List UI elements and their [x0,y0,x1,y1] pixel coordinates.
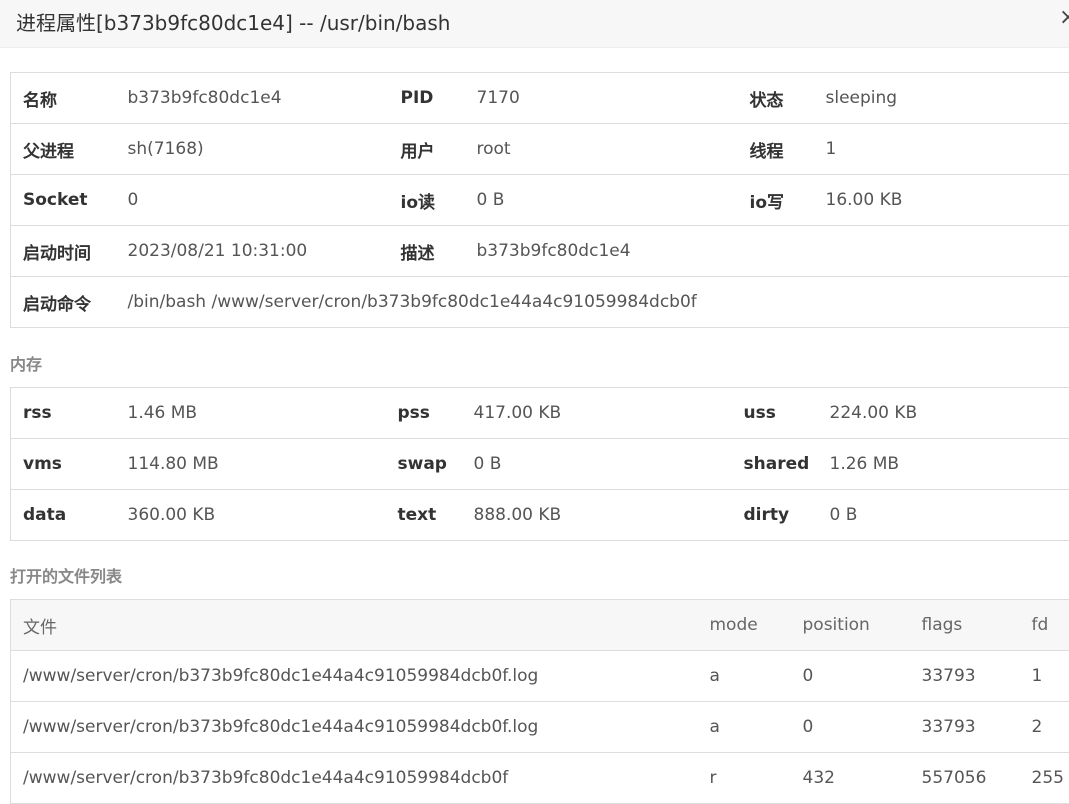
info-value: root [465,124,738,175]
memory-label: rss [11,388,116,439]
table-cell: 33793 [910,702,1020,753]
info-row: 启动命令/bin/bash /www/server/cron/b373b9fc8… [11,277,1069,328]
info-value: 1 [814,124,1069,175]
dialog-titlebar: 进程属性[b373b9fc80dc1e4] -- /usr/bin/bash × [0,0,1069,48]
info-value: sleeping [814,73,1069,124]
memory-value: 114.80 MB [116,439,386,490]
table-cell: /www/server/cron/b373b9fc80dc1e44a4c9105… [11,753,698,804]
column-header[interactable]: flags [910,600,1020,651]
files-header-row: 文件modepositionflagsfd [11,600,1069,651]
info-label: PID [389,73,465,124]
info-value: b373b9fc80dc1e4 [116,73,389,124]
info-label: io写 [738,175,814,226]
open-files-table: 文件modepositionflagsfd/www/server/cron/b3… [10,599,1069,804]
info-value: 0 [116,175,389,226]
table-cell: 2 [1020,702,1069,753]
column-header[interactable]: mode [698,600,791,651]
info-value: b373b9fc80dc1e4 [465,226,1069,277]
memory-value: 888.00 KB [462,490,732,541]
info-label: io读 [389,175,465,226]
memory-label: swap [386,439,462,490]
table-cell: /www/server/cron/b373b9fc80dc1e44a4c9105… [11,651,698,702]
info-value: 0 B [465,175,738,226]
memory-value: 0 B [818,490,1069,541]
memory-value: 1.46 MB [116,388,386,439]
info-label: 状态 [738,73,814,124]
process-info-table: 名称b373b9fc80dc1e4PID7170状态sleeping父进程sh(… [10,72,1069,328]
info-row: Socket0io读0 Bio写16.00 KB [11,175,1069,226]
memory-value: 0 B [462,439,732,490]
memory-label: uss [732,388,818,439]
memory-value: 224.00 KB [818,388,1069,439]
info-row: 名称b373b9fc80dc1e4PID7170状态sleeping [11,73,1069,124]
info-value: 7170 [465,73,738,124]
info-row: 父进程sh(7168)用户root线程1 [11,124,1069,175]
memory-section-title: 内存 [10,351,42,375]
info-value: 2023/08/21 10:31:00 [116,226,389,277]
table-cell: a [698,702,791,753]
memory-label: text [386,490,462,541]
table-cell: 0 [791,651,910,702]
table-cell: 0 [791,702,910,753]
table-row: /www/server/cron/b373b9fc80dc1e44a4c9105… [11,753,1069,804]
info-row: 启动时间2023/08/21 10:31:00描述b373b9fc80dc1e4 [11,226,1069,277]
table-cell: /www/server/cron/b373b9fc80dc1e44a4c9105… [11,702,698,753]
memory-value: 360.00 KB [116,490,386,541]
info-label: 用户 [389,124,465,175]
memory-label: shared [732,439,818,490]
table-cell: 255 [1020,753,1069,804]
table-cell: 33793 [910,651,1020,702]
info-label: Socket [11,175,116,226]
memory-label: data [11,490,116,541]
info-value: /bin/bash /www/server/cron/b373b9fc80dc1… [116,277,1069,328]
memory-label: pss [386,388,462,439]
memory-row: vms114.80 MBswap0 Bshared1.26 MB [11,439,1069,490]
info-label: 线程 [738,124,814,175]
table-cell: 432 [791,753,910,804]
column-header[interactable]: position [791,600,910,651]
info-value: 16.00 KB [814,175,1069,226]
memory-value: 1.26 MB [818,439,1069,490]
table-cell: a [698,651,791,702]
info-label: 描述 [389,226,465,277]
table-cell: 557056 [910,753,1020,804]
close-icon[interactable]: × [1059,6,1069,30]
memory-row: rss1.46 MBpss417.00 KBuss224.00 KB [11,388,1069,439]
info-label: 名称 [11,73,116,124]
column-header[interactable]: fd [1020,600,1069,651]
table-cell: 1 [1020,651,1069,702]
table-row: /www/server/cron/b373b9fc80dc1e44a4c9105… [11,651,1069,702]
table-cell: r [698,753,791,804]
table-row: /www/server/cron/b373b9fc80dc1e44a4c9105… [11,702,1069,753]
memory-row: data360.00 KBtext888.00 KBdirty0 B [11,490,1069,541]
memory-label: dirty [732,490,818,541]
info-value: sh(7168) [116,124,389,175]
memory-label: vms [11,439,116,490]
memory-table: rss1.46 MBpss417.00 KBuss224.00 KBvms114… [10,387,1069,541]
column-header[interactable]: 文件 [11,600,698,651]
info-label: 启动命令 [11,277,116,328]
memory-value: 417.00 KB [462,388,732,439]
files-section-title: 打开的文件列表 [10,563,122,587]
dialog-title: 进程属性[b373b9fc80dc1e4] -- /usr/bin/bash [16,7,450,36]
info-label: 启动时间 [11,226,116,277]
info-label: 父进程 [11,124,116,175]
